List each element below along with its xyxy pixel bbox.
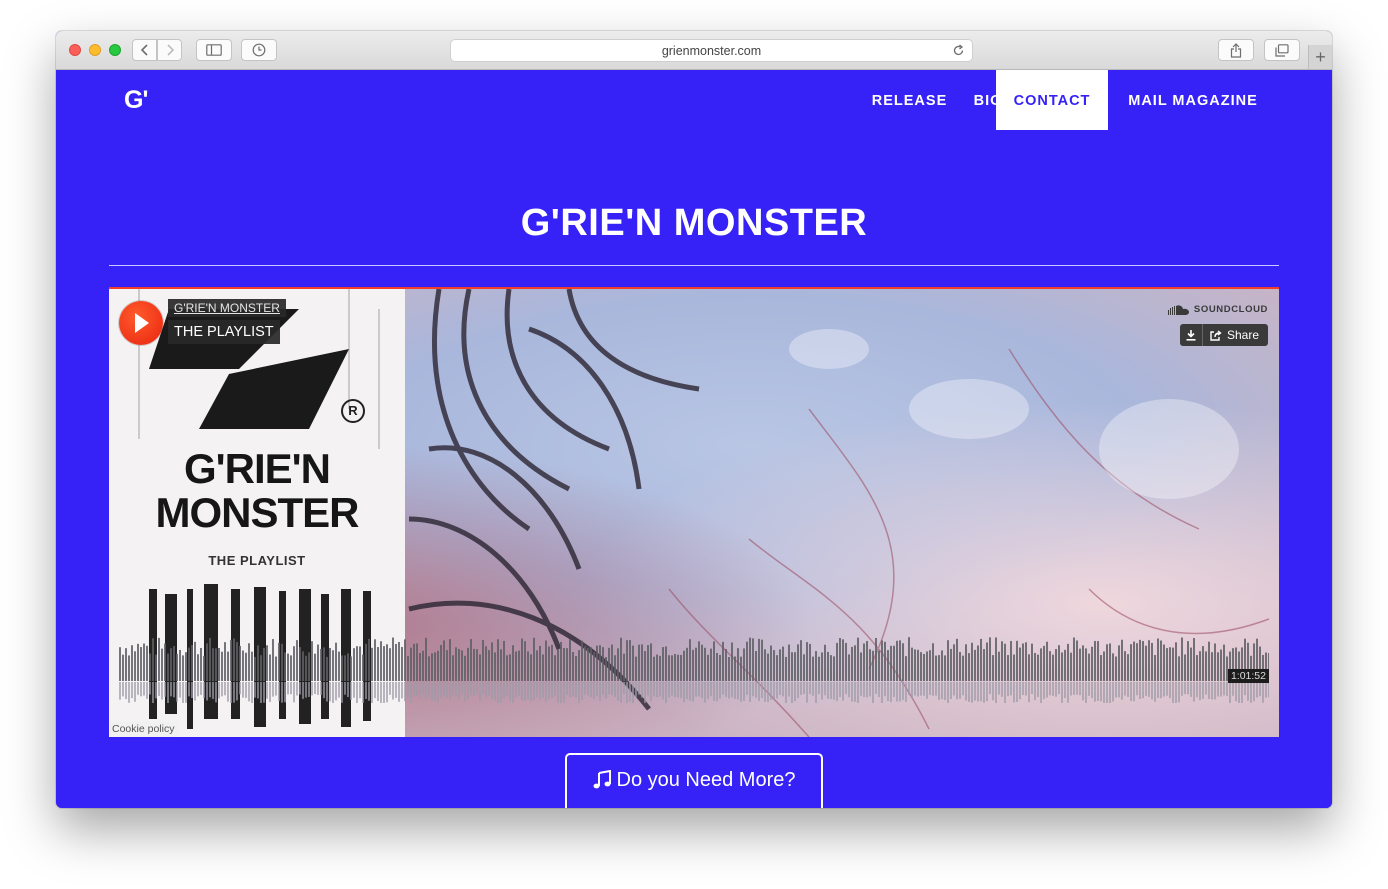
soundcloud-brand-text: SOUNDCLOUD: [1193, 304, 1268, 315]
nav-item-release[interactable]: RELEASE: [856, 70, 963, 130]
reload-icon[interactable]: [952, 44, 965, 57]
plus-icon: +: [1315, 46, 1326, 67]
cookie-policy-link[interactable]: Cookie policy: [109, 722, 179, 737]
play-icon: [135, 313, 149, 333]
minimize-window-button[interactable]: [89, 44, 101, 56]
chevron-right-icon: [166, 44, 174, 56]
tabs-overview-button[interactable]: [1264, 39, 1300, 61]
zoom-window-button[interactable]: [109, 44, 121, 56]
page-title: G'RIE'N MONSTER: [520, 202, 868, 244]
artist-link[interactable]: G'RIE'N MONSTER: [168, 299, 286, 317]
nav-item-contact[interactable]: CONTACT: [996, 70, 1108, 130]
track-duration: 1:01:52: [1227, 669, 1269, 683]
browser-window: grienmonster.com + G' RELEASE BIO CONTAC…: [56, 31, 1332, 808]
tabs-icon: [1275, 43, 1289, 57]
close-window-button[interactable]: [69, 44, 81, 56]
player-actions: Share: [1179, 324, 1268, 346]
cover-title-line2: MONSTER: [155, 489, 360, 536]
new-tab-button[interactable]: +: [1308, 45, 1332, 69]
back-button[interactable]: [132, 39, 157, 61]
address-bar[interactable]: grienmonster.com: [450, 39, 973, 62]
share-button[interactable]: Share: [1203, 324, 1268, 346]
forward-button[interactable]: [157, 39, 182, 61]
share-label: Share: [1226, 328, 1259, 342]
soundcloud-cloud-icon: [1167, 304, 1189, 315]
history-button[interactable]: [241, 39, 277, 61]
share-page-button[interactable]: [1218, 39, 1254, 61]
share-icon: [1210, 329, 1222, 341]
soundcloud-player[interactable]: R G'RIE'N MONSTER THE PLAYLIST G'RIE'N M…: [109, 287, 1279, 737]
track-title[interactable]: THE PLAYLIST: [168, 320, 280, 344]
waveform[interactable]: [119, 635, 1269, 703]
sidebar-icon: [206, 44, 222, 56]
chevron-left-icon: [140, 44, 148, 56]
clock-icon: [252, 43, 266, 57]
download-icon: [1186, 329, 1196, 341]
site-logo[interactable]: G': [124, 86, 148, 115]
page: G' RELEASE BIO CONTACT MAIL MAGAZINE G'R…: [56, 70, 1332, 808]
nav-item-mail-magazine[interactable]: MAIL MAGAZINE: [1108, 70, 1278, 130]
title-divider: [109, 265, 1279, 266]
browser-toolbar: grienmonster.com +: [56, 31, 1332, 70]
music-note-icon: [593, 770, 611, 789]
url-text: grienmonster.com: [661, 44, 762, 58]
registered-mark: R: [341, 399, 365, 423]
soundcloud-logo[interactable]: SOUNDCLOUD: [1167, 304, 1268, 315]
need-more-label: Do you Need More?: [616, 768, 796, 791]
download-button[interactable]: [1180, 324, 1203, 346]
share-icon: [1230, 42, 1242, 58]
play-button[interactable]: [119, 301, 163, 345]
need-more-button[interactable]: Do you Need More?: [565, 753, 823, 808]
cover-title: G'RIE'N MONSTER: [109, 447, 405, 535]
cover-title-line1: G'RIE'N: [184, 445, 331, 492]
sidebar-button[interactable]: [196, 39, 232, 61]
cover-subtitle: THE PLAYLIST: [208, 553, 306, 568]
